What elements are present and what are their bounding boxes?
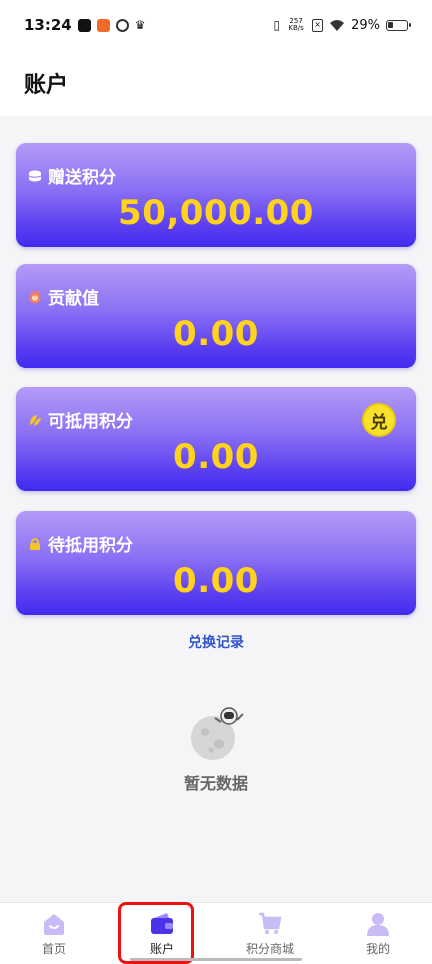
page-title: 账户	[24, 73, 69, 98]
nav-label: 积分商城	[245, 942, 294, 956]
status-right: ▯ 257 KB/s × 29%	[273, 17, 411, 33]
wallet-icon	[151, 913, 173, 934]
medal-icon	[29, 289, 41, 303]
status-bar: 13:24 ♛ ▯ 257 KB/s × 29%	[0, 0, 432, 50]
coins-icon	[28, 170, 42, 181]
card-label: 贡献值	[28, 284, 99, 309]
crown-icon: ♛	[134, 18, 146, 32]
card-label-text: 贡献值	[48, 289, 99, 309]
card-contribution[interactable]: 贡献值 0.00	[16, 264, 416, 368]
card-label-text: 待抵用积分	[48, 536, 133, 556]
net-speed-unit: KB/s	[288, 24, 304, 32]
home-icon	[44, 914, 64, 935]
bottom-nav: 首页 账户 积分商城 我的	[0, 902, 432, 964]
card-value: 50,000.00	[118, 193, 314, 233]
status-time: 13:24	[24, 16, 72, 34]
card-label-text: 赠送积分	[48, 168, 116, 188]
vibrate-icon: ▯	[273, 18, 281, 32]
astronaut-moon-icon	[191, 707, 244, 760]
empty-state: 暂无数据	[0, 700, 432, 794]
home-indicator	[130, 958, 302, 961]
exchange-record-link[interactable]: 兑换记录	[0, 632, 432, 652]
empty-state-text: 暂无数据	[183, 774, 248, 793]
sim-icon: ×	[312, 18, 324, 32]
card-label: 赠送积分	[28, 163, 116, 188]
net-speed: 257 KB/s	[286, 18, 306, 32]
cart-icon	[259, 912, 282, 934]
card-pending-points[interactable]: 待抵用积分 0.00	[16, 511, 416, 615]
page-header: 账户	[0, 50, 432, 116]
nav-item-points-mall[interactable]: 积分商城	[216, 903, 324, 964]
card-deductible-points[interactable]: 可抵用积分 兑 0.00	[16, 387, 416, 491]
wifi-icon	[330, 19, 345, 31]
card-value: 0.00	[173, 314, 259, 354]
tiktok-icon	[77, 18, 91, 32]
nav-item-account[interactable]: 账户	[108, 903, 216, 964]
card-gift-points[interactable]: 赠送积分 50,000.00	[16, 143, 416, 247]
exchange-button[interactable]: 兑	[362, 403, 396, 437]
user-icon	[367, 913, 389, 936]
lock-icon	[30, 537, 40, 550]
nav-item-mine[interactable]: 我的	[324, 903, 432, 964]
nav-label: 我的	[365, 942, 390, 956]
nav-label: 账户	[149, 942, 174, 956]
battery-percent: 29%	[351, 17, 380, 33]
card-value: 0.00	[173, 437, 259, 477]
nav-item-home[interactable]: 首页	[0, 903, 108, 964]
card-label: 待抵用积分	[28, 531, 133, 556]
leaf-icon	[30, 414, 41, 426]
nav-label: 首页	[41, 942, 66, 956]
app-link-icon	[115, 18, 129, 32]
card-value: 0.00	[173, 561, 259, 601]
card-label-text: 可抵用积分	[48, 412, 133, 432]
battery-icon	[386, 19, 411, 31]
status-left: 13:24 ♛	[24, 16, 146, 34]
card-label: 可抵用积分	[28, 407, 133, 432]
app-orange-icon	[96, 18, 110, 32]
